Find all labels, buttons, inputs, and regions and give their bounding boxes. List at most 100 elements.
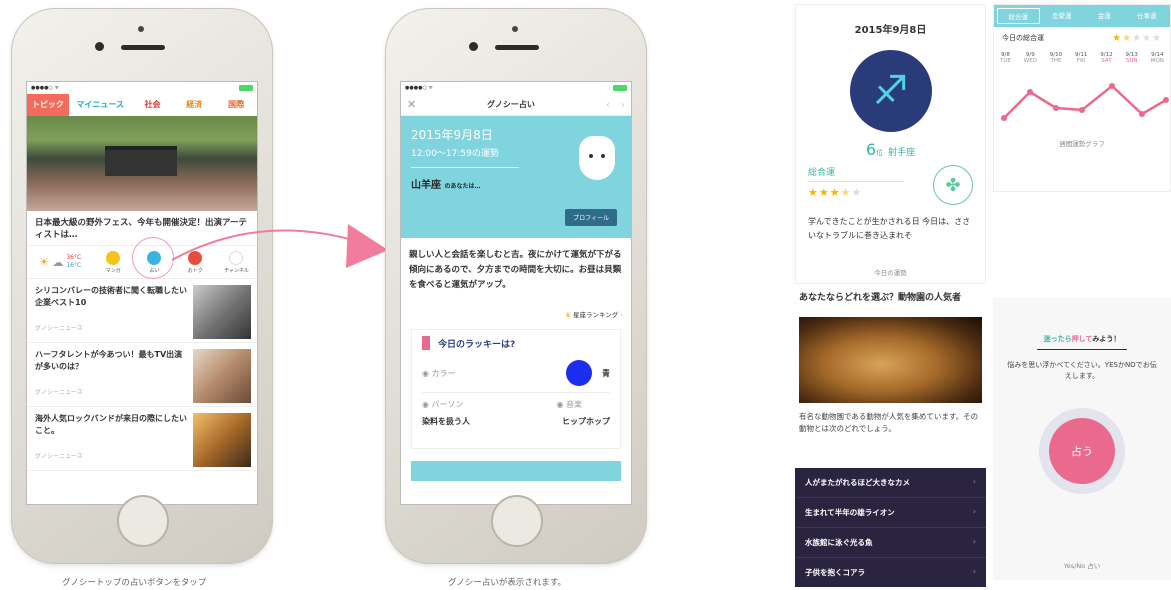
quiz-description: 有名な動物園である動物が人気を集めています。その動物とは次のどれでしょう。 xyxy=(799,412,979,433)
color-label: ◉ カラー xyxy=(422,368,456,378)
news-title: ハーフタレントが今あつい！最もTV出演が多いのは？ xyxy=(35,350,183,371)
lucky-color-swatch xyxy=(566,360,592,386)
person-label: ◉ パーソン xyxy=(422,400,464,409)
tab-money[interactable]: 金運 xyxy=(1084,8,1125,24)
quiz-title: あなたならどれを選ぶ？動物園の人気者 xyxy=(799,293,962,303)
divine-button[interactable]: 占う xyxy=(1049,418,1115,484)
week-days: 9/8 TUE 9/9 WED 9/10 THE 9/11 FRI 9/12 SAT 9/… xyxy=(1000,52,1164,64)
panel-caption: 今日の運勢 xyxy=(874,269,907,277)
quiz-panel: あなたならどれを選ぶ？動物園の人気者 有名な動物園である動物が人気を集めています… xyxy=(795,288,986,587)
home-button[interactable] xyxy=(117,495,169,547)
quiz-option[interactable]: 水族館に泳ぐ光る魚 › xyxy=(795,528,986,558)
hero-image[interactable] xyxy=(27,116,257,211)
fortune-screen: ●●●●○ ᯤ ✕ グノシー占い ‹ › 2015年9月8日 12:00〜17:… xyxy=(400,81,632,505)
tab-economy[interactable]: 経済 xyxy=(173,94,215,116)
fortune-text: 親しい人と会話を楽しむと吉。夜にかけて運気が下がる傾向にあるので、夕方までの時間… xyxy=(409,250,622,290)
today-fortune-panel: 2015年9月8日 ♐ 6位 射手座 総合運 ★★★★★ ✤ 学んできたことが生か… xyxy=(795,4,986,284)
ranking-link[interactable]: ♛ 星座ランキング › xyxy=(401,299,631,329)
manga-icon xyxy=(106,250,121,265)
music-value: ヒップホップ xyxy=(562,417,610,426)
yesno-description: 悩みを思い浮かべてください。YESかNOでお伝えします。 xyxy=(1007,361,1157,380)
sign-name: 山羊座 xyxy=(411,180,441,191)
phone-speaker xyxy=(121,45,165,50)
home-button[interactable] xyxy=(491,495,543,547)
today-star-rating: ★★★★★ xyxy=(1112,33,1162,44)
battery-icon xyxy=(239,85,253,91)
news-source: グノシーニュース xyxy=(35,453,83,460)
caption-step2: グノシー占いが表示されます。 xyxy=(448,578,566,588)
category-tabs: トピック マイニュース 社会 経済 国際 xyxy=(27,94,257,116)
flow-arrow xyxy=(171,224,388,268)
manga-label: マンガ xyxy=(105,267,121,274)
color-value: 青 xyxy=(602,368,610,378)
news-source: グノシーニュース xyxy=(35,325,83,332)
overall-label: 総合運 xyxy=(808,165,904,182)
quiz-option[interactable]: 生まれて半年の雄ライオン › xyxy=(795,498,986,528)
panel-fortune-text: 学んできたことが生かされる日 今日は、ささいなトラブルに巻き込まれそ xyxy=(808,217,971,240)
sign-suffix: のあなたは… xyxy=(444,183,481,190)
phone-sensor xyxy=(512,26,518,32)
news-item[interactable]: シリコンバレーの技術者に聞く転職したい企業ベスト10 グノシーニュース xyxy=(27,279,257,343)
music-label: ◉ 音楽 xyxy=(556,400,582,409)
back-forward-icons[interactable]: ‹ › xyxy=(606,98,625,111)
divine-button-ring: 占う xyxy=(1039,408,1125,494)
tab-overall[interactable]: 総合運 xyxy=(997,8,1040,24)
news-thumbnail xyxy=(193,349,251,403)
nav-title: グノシー占い xyxy=(487,100,535,109)
manga-button[interactable]: マンガ xyxy=(93,250,134,274)
quiz-option[interactable]: 子供を抱くコアラ › xyxy=(795,558,986,587)
tab-mynews[interactable]: マイニュース xyxy=(69,94,132,116)
profile-button[interactable]: プロフィール xyxy=(565,209,617,226)
panel-date: 2015年9月8日 xyxy=(854,25,927,36)
tab-topic[interactable]: トピック xyxy=(27,94,69,116)
phone-frame-2: ●●●●○ ᯤ ✕ グノシー占い ‹ › 2015年9月8日 12:00〜17:… xyxy=(385,8,647,564)
news-title: シリコンバレーの技術者に聞く転職したい企業ベスト10 xyxy=(35,286,187,307)
rank-number: 6 xyxy=(865,140,877,159)
yesno-caption: Yes/No 占い xyxy=(1063,562,1101,570)
star-rating: ★★★★★ xyxy=(808,186,863,199)
lucky-card: 今日のラッキーは? ◉ カラー 青 ◉ パーソン ◉ 音楽 染料を扱う人 ヒップホップ xyxy=(411,329,621,449)
lion-image xyxy=(799,317,982,403)
stage-graphic xyxy=(105,146,177,176)
news-source: グノシーニュース xyxy=(35,389,83,396)
news-thumbnail xyxy=(193,285,251,339)
bookmark-icon xyxy=(422,336,430,350)
rank-sign: 射手座 xyxy=(888,148,916,158)
sun-icon: ☀ xyxy=(38,255,50,269)
phone-speaker xyxy=(495,45,539,50)
phone-frame-1: ●●●●○ ᯤ トピック マイニュース 社会 経済 国際 日本最大級の野外フェス… xyxy=(11,8,273,564)
fortune-header: 2015年9月8日 12:00〜17:59の運勢 山羊座 のあなたは… プロフィ… xyxy=(401,116,631,238)
clover-icon: ✤ xyxy=(933,165,973,205)
ranking-label: 星座ランキング xyxy=(573,311,619,319)
status-bar: ●●●●○ ᯤ xyxy=(27,82,257,94)
phone-camera xyxy=(95,42,104,51)
crown-icon: ♛ xyxy=(565,311,571,319)
news-item[interactable]: ハーフタレントが今あつい！最もTV出演が多いのは？ グノシーニュース xyxy=(27,343,257,407)
weather-widget[interactable]: ☀ ☁ 36°C 16°C xyxy=(27,254,93,270)
temp-high: 36°C xyxy=(66,254,82,261)
news-item[interactable]: 海外人気ロックバンドが来日の際にしたいこと。グノシーニュース xyxy=(27,407,257,471)
tab-work[interactable]: 仕事運 xyxy=(1127,8,1168,24)
cloud-icon: ☁ xyxy=(52,255,64,269)
weekly-graph-panel: 総合運 恋愛運 金運 仕事運 今日の総合運 ★★★★★ 9/8 TUE 9/9 WE… xyxy=(993,4,1171,192)
phone-sensor xyxy=(138,26,144,32)
tab-international[interactable]: 国際 xyxy=(215,94,257,116)
tab-society[interactable]: 社会 xyxy=(132,94,174,116)
quiz-options: 人がまたがれるほど大きなカメ › 生まれて半年の雄ライオン › 水族館に泳ぐ光る魚 ›… xyxy=(795,468,986,587)
person-value: 染料を扱う人 xyxy=(422,417,470,426)
nav-bar: ✕ グノシー占い ‹ › xyxy=(401,94,631,116)
today-overall-label: 今日の総合運 xyxy=(1002,34,1044,42)
quiz-option[interactable]: 人がまたがれるほど大きなカメ › xyxy=(795,468,986,498)
phone-camera xyxy=(469,42,478,51)
news-title: 海外人気ロックバンドが来日の際にしたいこと。 xyxy=(35,414,187,435)
close-icon[interactable]: ✕ xyxy=(407,98,416,111)
goat-icon xyxy=(579,136,615,180)
news-thumbnail xyxy=(193,413,251,467)
bottom-tabs-peek xyxy=(411,461,621,481)
caption-step1: グノシートップの占いボタンをタップ xyxy=(62,578,207,588)
graph-caption: 週間運勢グラフ xyxy=(1059,140,1105,148)
weekly-line-graph xyxy=(1001,83,1169,121)
yesno-panel: 迷ったら押してみよう！ 悩みを思い浮かべてください。YESかNOでお伝えします。… xyxy=(993,298,1171,580)
battery-icon xyxy=(613,85,627,91)
tab-love[interactable]: 恋愛運 xyxy=(1042,8,1083,24)
